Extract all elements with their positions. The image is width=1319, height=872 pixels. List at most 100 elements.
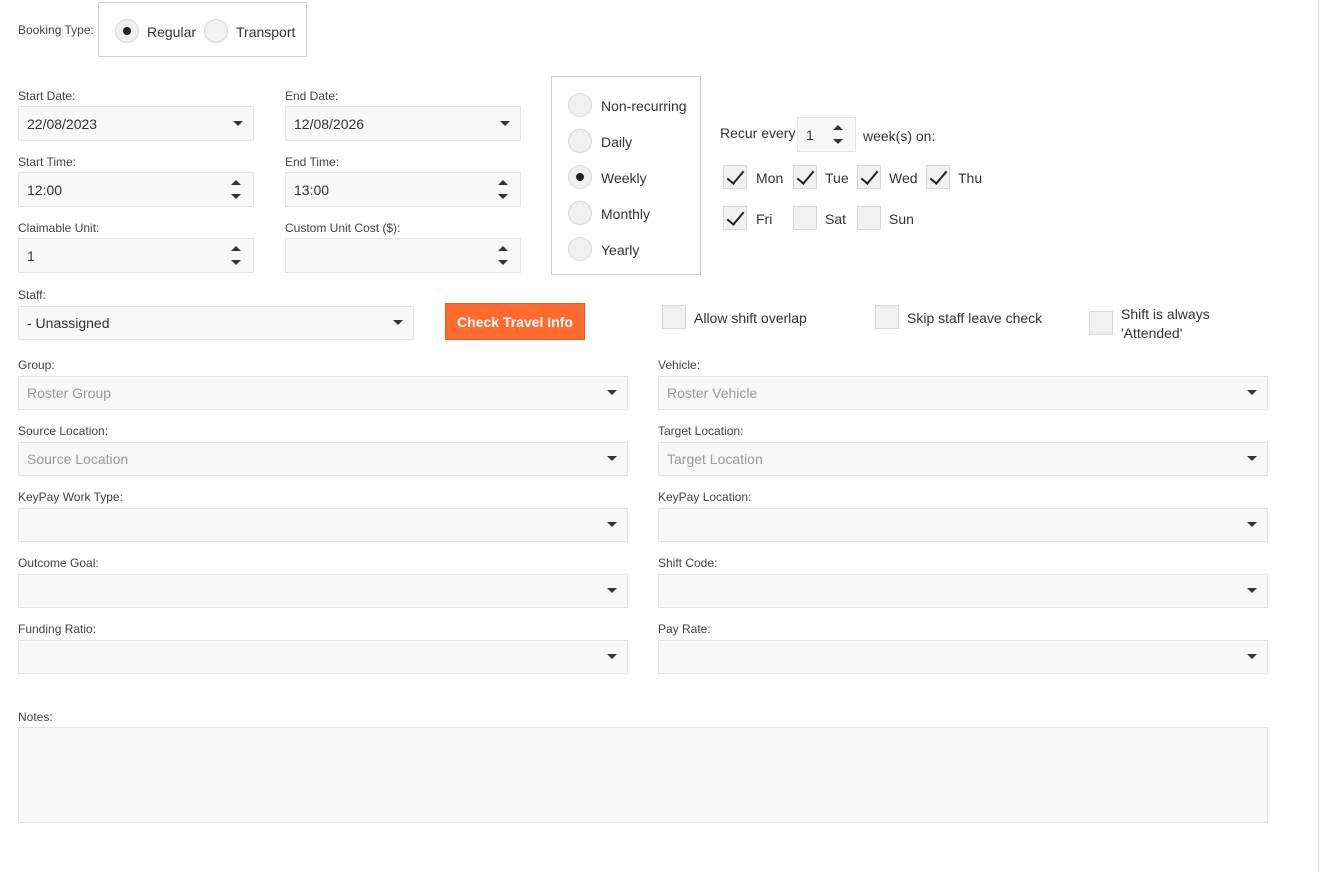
funding-ratio-label: Funding Ratio: xyxy=(18,622,97,636)
chevron-down-icon[interactable] xyxy=(607,456,617,461)
staff-select[interactable]: - Unassigned xyxy=(18,306,414,340)
chevron-down-icon[interactable] xyxy=(607,390,617,395)
outcome-goal-label: Outcome Goal: xyxy=(18,556,99,570)
day-thu-checkbox[interactable] xyxy=(926,165,950,189)
start-date-label: Start Date: xyxy=(18,89,76,103)
recur-every-value: 1 xyxy=(806,126,814,143)
skip-staff-leave-label: Skip staff leave check xyxy=(907,310,1043,326)
group-label: Group: xyxy=(18,358,55,372)
day-sat-checkbox[interactable] xyxy=(793,206,817,230)
day-fri-checkbox[interactable] xyxy=(723,206,747,230)
recurrence-daily-label: Daily xyxy=(601,134,633,150)
pay-rate-select[interactable] xyxy=(658,640,1268,674)
booking-type-transport-label: Transport xyxy=(236,24,296,40)
funding-ratio-select[interactable] xyxy=(18,640,628,674)
day-tue-checkbox[interactable] xyxy=(793,165,817,189)
recurrence-monthly-radio[interactable] xyxy=(568,201,592,225)
recur-every-input[interactable]: 1 xyxy=(797,117,856,152)
day-sun-label: Sun xyxy=(889,211,914,227)
day-fri-label: Fri xyxy=(756,211,773,227)
booking-type-transport-radio[interactable] xyxy=(204,19,228,43)
booking-type-label: Booking Type: xyxy=(18,23,94,37)
day-mon-checkbox[interactable] xyxy=(723,165,747,189)
claimable-unit-value: 1 xyxy=(27,247,35,264)
end-date-picker[interactable]: 12/08/2026 xyxy=(285,106,521,141)
chevron-down-icon[interactable] xyxy=(1247,522,1257,527)
recurrence-daily-radio[interactable] xyxy=(568,129,592,153)
shift-always-attended-label-line1: Shift is always xyxy=(1121,306,1210,322)
recurrence-non-recurring-label: Non-recurring xyxy=(601,98,687,114)
recurrence-yearly-radio[interactable] xyxy=(568,237,592,261)
chevron-down-icon[interactable] xyxy=(1247,456,1257,461)
source-location-label: Source Location: xyxy=(18,424,109,438)
pay-rate-label: Pay Rate: xyxy=(658,622,711,636)
notes-textarea[interactable] xyxy=(18,727,1268,823)
group-select[interactable]: Roster Group xyxy=(18,376,628,410)
chevron-down-icon[interactable] xyxy=(1247,390,1257,395)
spinner-arrows-icon[interactable] xyxy=(231,239,241,272)
start-date-picker[interactable]: 22/08/2023 xyxy=(18,106,254,141)
skip-staff-leave-checkbox[interactable] xyxy=(875,305,899,329)
staff-label: Staff: xyxy=(18,288,46,302)
outcome-goal-select[interactable] xyxy=(18,574,628,608)
keypay-work-type-select[interactable] xyxy=(18,508,628,542)
day-sun-checkbox[interactable] xyxy=(857,206,881,230)
day-sat-label: Sat xyxy=(825,211,847,227)
spinner-arrows-icon[interactable] xyxy=(498,239,508,272)
end-time-label: End Time: xyxy=(285,155,340,169)
shift-always-attended-checkbox[interactable] xyxy=(1089,311,1113,335)
spinner-arrows-icon[interactable] xyxy=(231,173,241,206)
day-wed-checkbox[interactable] xyxy=(857,165,881,189)
weeks-on-label: week(s) on: xyxy=(863,128,936,144)
end-time-value: 13:00 xyxy=(294,181,330,198)
start-time-input[interactable]: 12:00 xyxy=(18,172,254,207)
end-time-input[interactable]: 13:00 xyxy=(285,172,521,207)
claimable-unit-input[interactable]: 1 xyxy=(18,238,254,273)
end-date-value: 12/08/2026 xyxy=(294,115,365,132)
end-date-label: End Date: xyxy=(285,89,339,103)
check-travel-info-button[interactable]: Check Travel Info xyxy=(445,303,585,340)
booking-type-regular-label: Regular xyxy=(147,24,197,40)
recurrence-non-recurring-radio[interactable] xyxy=(568,93,592,117)
custom-unit-cost-input[interactable] xyxy=(285,238,521,273)
custom-unit-cost-label: Custom Unit Cost ($): xyxy=(285,221,401,235)
recurrence-weekly-radio[interactable] xyxy=(568,165,592,189)
vehicle-placeholder: Roster Vehicle xyxy=(667,385,758,401)
day-thu-label: Thu xyxy=(958,170,983,186)
spinner-arrows-icon[interactable] xyxy=(833,118,843,151)
chevron-down-icon[interactable] xyxy=(393,320,403,325)
group-placeholder: Roster Group xyxy=(27,385,112,401)
chevron-down-icon[interactable] xyxy=(607,654,617,659)
chevron-down-icon[interactable] xyxy=(233,120,243,126)
chevron-down-icon[interactable] xyxy=(607,522,617,527)
vehicle-select[interactable]: Roster Vehicle xyxy=(658,376,1268,410)
spinner-arrows-icon[interactable] xyxy=(498,173,508,206)
vehicle-label: Vehicle: xyxy=(658,358,701,372)
shift-always-attended-label-line2: 'Attended' xyxy=(1121,325,1183,341)
day-tue-label: Tue xyxy=(825,170,849,186)
target-location-label: Target Location: xyxy=(658,424,744,438)
claimable-unit-label: Claimable Unit: xyxy=(18,221,100,235)
chevron-down-icon[interactable] xyxy=(607,588,617,593)
chevron-down-icon[interactable] xyxy=(1247,588,1257,593)
target-location-select[interactable]: Target Location xyxy=(658,442,1268,476)
keypay-work-type-label: KeyPay Work Type: xyxy=(18,490,123,504)
notes-label: Notes: xyxy=(18,710,53,724)
shift-code-select[interactable] xyxy=(658,574,1268,608)
chevron-down-icon[interactable] xyxy=(1247,654,1257,659)
recurrence-monthly-label: Monthly xyxy=(601,206,651,222)
target-location-placeholder: Target Location xyxy=(667,451,763,467)
booking-type-group: Regular Transport xyxy=(98,2,307,57)
allow-shift-overlap-checkbox[interactable] xyxy=(662,305,686,329)
shift-code-label: Shift Code: xyxy=(658,556,718,570)
day-wed-label: Wed xyxy=(889,170,918,186)
keypay-location-select[interactable] xyxy=(658,508,1268,542)
start-date-value: 22/08/2023 xyxy=(27,115,98,132)
start-time-value: 12:00 xyxy=(27,181,63,198)
recur-every-label: Recur every xyxy=(720,125,796,141)
staff-value: - Unassigned xyxy=(27,315,110,331)
booking-type-regular-radio[interactable] xyxy=(115,19,139,43)
chevron-down-icon[interactable] xyxy=(500,120,510,126)
source-location-select[interactable]: Source Location xyxy=(18,442,628,476)
source-location-placeholder: Source Location xyxy=(27,451,129,467)
